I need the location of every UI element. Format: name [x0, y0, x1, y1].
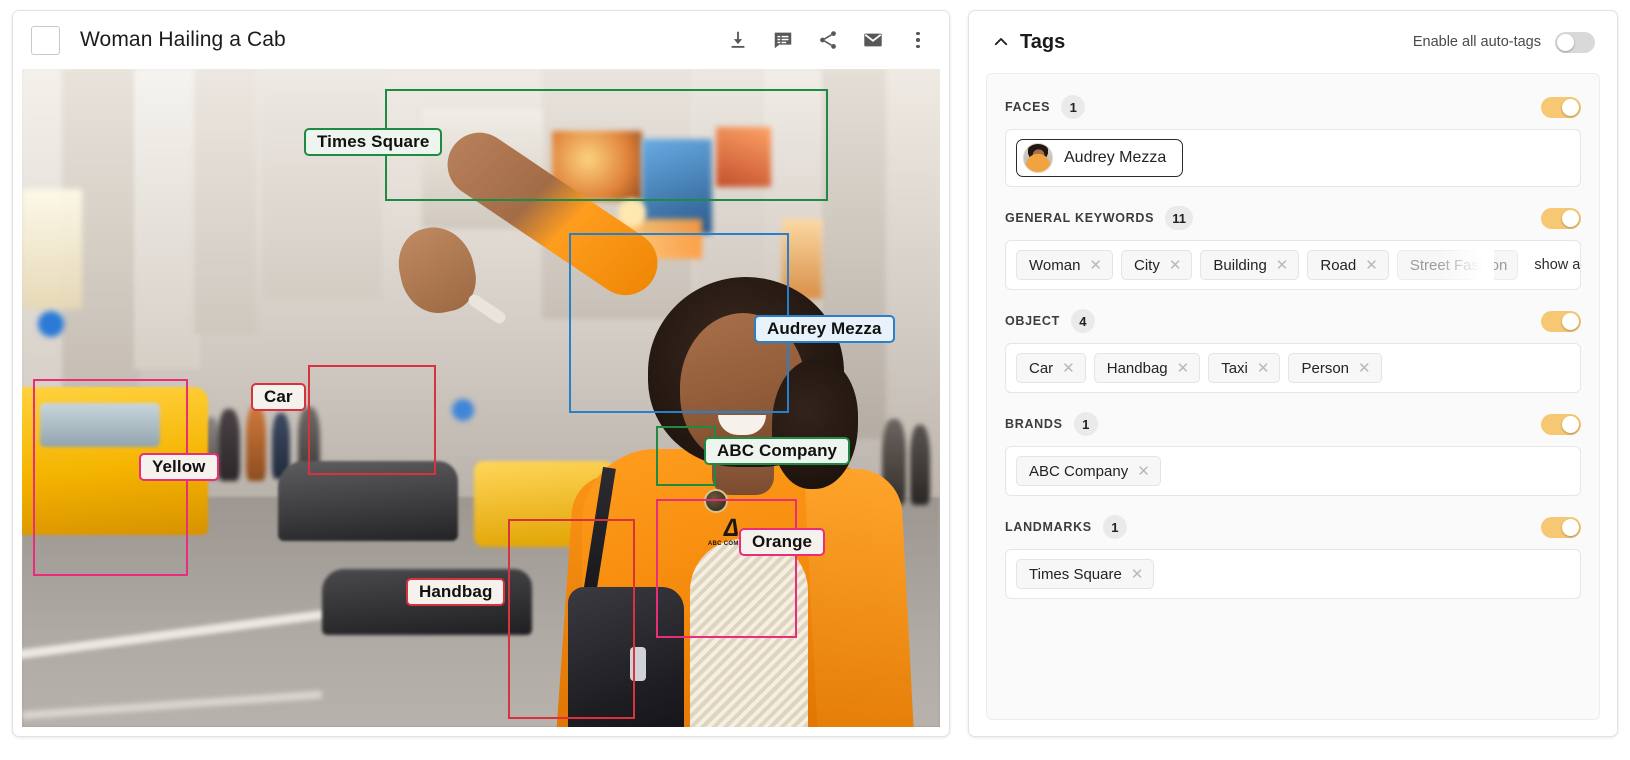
tags-panel-title: Tags: [1020, 30, 1066, 53]
tag-section-name: LANDMARKS: [1005, 520, 1092, 534]
woman-subject: ∆ ABC COMPANY: [391, 120, 940, 727]
tag-section-name: OBJECT: [1005, 314, 1060, 328]
annotation-label-abc-company[interactable]: ABC Company: [704, 437, 851, 465]
tag-section-name: FACES: [1005, 100, 1051, 114]
show-all-button[interactable]: show all▾: [1526, 257, 1581, 273]
tag-section-header: FACES 1: [1005, 94, 1581, 120]
tag-chip[interactable]: Car ✕: [1016, 353, 1086, 383]
asset-header-actions: [725, 27, 931, 53]
tags-panel-header: Tags Enable all auto-tags: [969, 11, 1617, 73]
annotation-label-audrey-mezza[interactable]: Audrey Mezza: [754, 315, 895, 343]
tag-chip-container: Audrey Mezza: [1005, 129, 1581, 187]
remove-tag-icon[interactable]: ✕: [1131, 567, 1144, 582]
tags-panel: Tags Enable all auto-tags FACES 1 Audrey M…: [968, 10, 1618, 737]
annotation-label-orange[interactable]: Orange: [739, 528, 826, 556]
share-icon[interactable]: [815, 27, 841, 53]
remove-tag-icon[interactable]: ✕: [1169, 258, 1182, 273]
remove-tag-icon[interactable]: ✕: [1276, 258, 1289, 273]
asset-header: Woman Hailing a Cab: [13, 11, 949, 69]
more-options-icon[interactable]: [905, 27, 931, 53]
tag-chip[interactable]: Taxi ✕: [1208, 353, 1281, 383]
tag-chip-label: Handbag: [1106, 359, 1168, 377]
remove-tag-icon[interactable]: ✕: [1089, 258, 1102, 273]
tag-chip[interactable]: Times Square ✕: [1016, 559, 1155, 589]
tag-chip-label: Times Square: [1029, 565, 1122, 583]
tag-chip-container: Woman ✕ City ✕ Building ✕ Road ✕ Street Fashion s…: [1005, 240, 1581, 290]
tag-section-count: 1: [1073, 412, 1098, 436]
tag-chip[interactable]: ABC Company ✕: [1016, 456, 1161, 486]
asset-select-checkbox[interactable]: [31, 25, 60, 55]
tag-chip[interactable]: Handbag ✕: [1093, 353, 1201, 383]
enable-all-auto-tags-toggle[interactable]: [1555, 31, 1595, 53]
tag-section-header: OBJECT 4: [1005, 308, 1581, 334]
chevron-up-icon[interactable]: [991, 32, 1011, 52]
remove-tag-icon[interactable]: ✕: [1062, 361, 1075, 376]
tag-chip-label: Street Fashion: [1409, 256, 1508, 274]
tag-section-count: 11: [1165, 206, 1193, 230]
tag-sections-list: FACES 1 Audrey Mezza GENERAL KEYWORDS 11 Woma…: [986, 73, 1600, 720]
tag-section-toggle[interactable]: [1541, 207, 1581, 229]
tag-section-landmarks: LANDMARKS 1 Times Square ✕: [1005, 502, 1581, 605]
download-icon[interactable]: [725, 27, 751, 53]
remove-tag-icon[interactable]: ✕: [1257, 361, 1270, 376]
tag-chip-container: Times Square ✕: [1005, 549, 1581, 599]
comment-icon[interactable]: [770, 27, 796, 53]
remove-tag-icon[interactable]: ✕: [1358, 361, 1371, 376]
tag-section-name: BRANDS: [1005, 417, 1063, 431]
tag-section-toggle[interactable]: [1541, 516, 1581, 538]
asset-title: Woman Hailing a Cab: [80, 28, 286, 51]
tag-section-header: LANDMARKS 1: [1005, 514, 1581, 540]
annotation-label-car[interactable]: Car: [251, 383, 306, 411]
tag-section-faces: FACES 1 Audrey Mezza: [1005, 82, 1581, 193]
tag-section-header: BRANDS 1: [1005, 411, 1581, 437]
tag-chip-container: Car ✕ Handbag ✕ Taxi ✕ Person ✕: [1005, 343, 1581, 393]
tag-section-general-keywords: GENERAL KEYWORDS 11 Woman ✕ City ✕ Building ✕ Ro…: [1005, 193, 1581, 296]
tag-chip-label: Audrey Mezza: [1064, 149, 1167, 166]
tag-section-name: GENERAL KEYWORDS: [1005, 211, 1155, 225]
tag-chip[interactable]: Road ✕: [1307, 250, 1389, 280]
tag-chip-label: Car: [1029, 359, 1054, 377]
tag-chip-label: Building: [1213, 256, 1267, 274]
tag-chip[interactable]: Woman ✕: [1016, 250, 1113, 280]
show-all-label: show all: [1534, 257, 1581, 273]
annotation-label-handbag[interactable]: Handbag: [406, 578, 506, 606]
remove-tag-icon[interactable]: ✕: [1137, 464, 1150, 479]
tag-section-count: 4: [1070, 309, 1095, 333]
tag-section-count: 1: [1102, 515, 1127, 539]
tag-section-object: OBJECT 4 Car ✕ Handbag ✕ Taxi ✕ Person ✕: [1005, 296, 1581, 399]
tag-chip-label: Taxi: [1221, 359, 1248, 377]
tag-chip[interactable]: Building ✕: [1200, 250, 1300, 280]
tag-section-toggle[interactable]: [1541, 413, 1581, 435]
tag-chip-label: City: [1134, 256, 1160, 274]
remove-tag-icon[interactable]: ✕: [1365, 258, 1378, 273]
enable-all-auto-tags-control[interactable]: Enable all auto-tags: [1412, 31, 1595, 53]
tag-chip[interactable]: Person ✕: [1288, 353, 1382, 383]
tag-chip[interactable]: Street Fashion: [1396, 250, 1519, 280]
tag-section-toggle[interactable]: [1541, 310, 1581, 332]
tag-section-toggle[interactable]: [1541, 96, 1581, 118]
tag-chip-label: Road: [1320, 256, 1357, 274]
face-chip[interactable]: Audrey Mezza: [1016, 139, 1184, 177]
avatar: [1023, 143, 1053, 173]
asset-card: Woman Hailing a Cab ∆ ABC COMPANY Times …: [12, 10, 950, 737]
tag-section-header: GENERAL KEYWORDS 11: [1005, 205, 1581, 231]
tag-chip-label: ABC Company: [1029, 462, 1129, 480]
asset-image-stage[interactable]: ∆ ABC COMPANY Times Square Audrey Mezza …: [22, 69, 940, 727]
tag-chip-label: Woman: [1029, 256, 1081, 274]
tag-chip[interactable]: City ✕: [1121, 250, 1193, 280]
vertical-dots: [909, 29, 927, 51]
asset-detail-page: Woman Hailing a Cab ∆ ABC COMPANY Times …: [0, 0, 1630, 760]
asset-photo: ∆ ABC COMPANY: [22, 69, 940, 727]
tag-chip-container: ABC Company ✕: [1005, 446, 1581, 496]
remove-tag-icon[interactable]: ✕: [1177, 361, 1190, 376]
tag-chip-label: Person: [1301, 359, 1350, 377]
annotation-label-yellow[interactable]: Yellow: [139, 453, 219, 481]
annotation-label-times-square[interactable]: Times Square: [304, 128, 443, 156]
enable-all-auto-tags-label: Enable all auto-tags: [1412, 34, 1541, 50]
tag-section-brands: BRANDS 1 ABC Company ✕: [1005, 399, 1581, 502]
email-icon[interactable]: [860, 27, 886, 53]
tag-section-count: 1: [1061, 95, 1086, 119]
